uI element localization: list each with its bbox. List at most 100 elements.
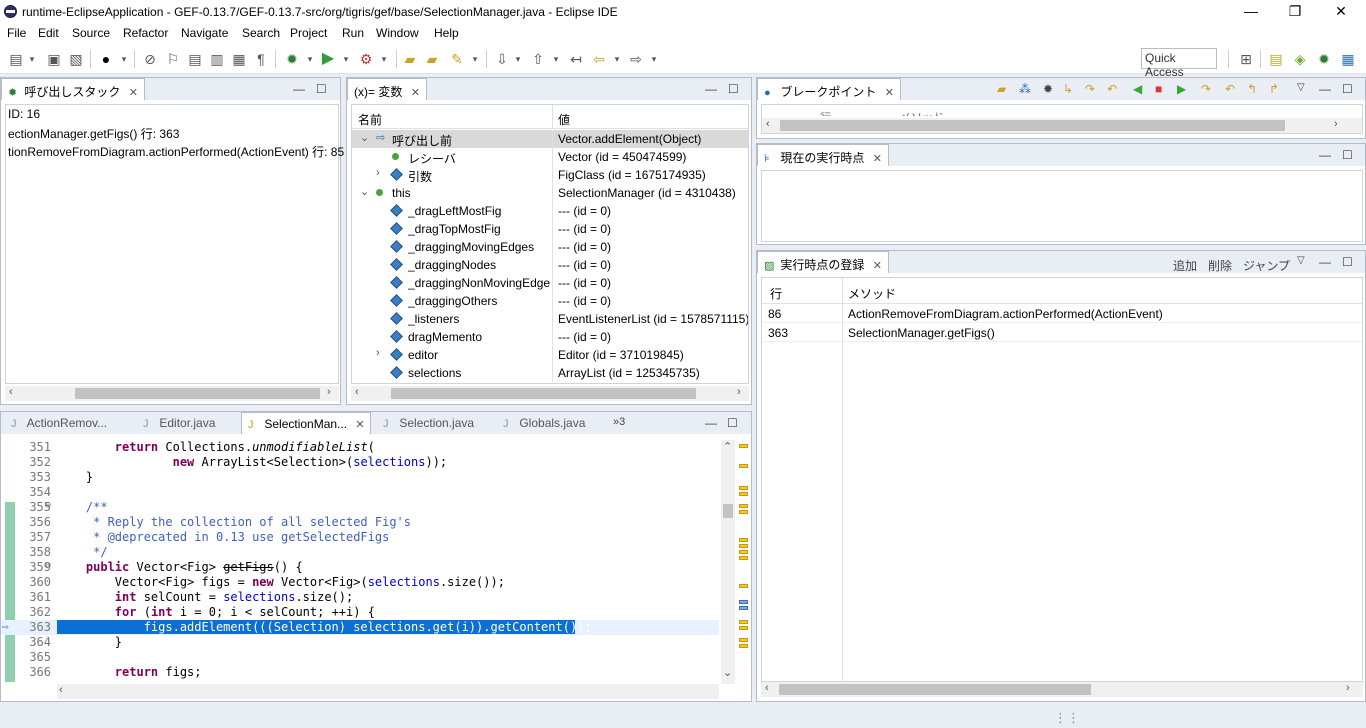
- tab-selection-java[interactable]: J Selection.java: [377, 412, 480, 434]
- ee-perspective-icon[interactable]: ◈: [1292, 51, 1308, 67]
- maximize-view-icon[interactable]: ☐: [316, 82, 327, 96]
- debug-dropdown-icon[interactable]: ▾: [302, 51, 318, 67]
- horizontal-scrollbar[interactable]: ‹ ›: [351, 386, 749, 401]
- back-dropdown-icon[interactable]: ▾: [609, 51, 625, 67]
- variable-row[interactable]: _draggingMovingEdges --- (id = 0): [352, 238, 748, 256]
- annotation-icon[interactable]: ⇩: [494, 51, 510, 67]
- variable-row[interactable]: ⌄ ⇨ 呼び出し前 Vector.addElement(Object): [352, 130, 748, 148]
- back-step-icon[interactable]: ◀: [1133, 82, 1142, 96]
- step-return-icon[interactable]: ↶: [1107, 82, 1117, 96]
- code-line[interactable]: 364 }: [1, 635, 719, 650]
- forward-dropdown-icon[interactable]: ▾: [646, 51, 662, 67]
- close-icon[interactable]: ✕: [355, 419, 364, 431]
- maximize-view-icon[interactable]: ☐: [1342, 82, 1353, 96]
- overview-marker[interactable]: [739, 464, 748, 468]
- menu-navigate[interactable]: Navigate: [181, 26, 228, 40]
- scroll-left-icon[interactable]: ‹: [355, 386, 359, 398]
- menu-file[interactable]: File: [7, 26, 26, 40]
- search-dropdown-icon[interactable]: ▾: [467, 51, 483, 67]
- close-icon[interactable]: ✕: [411, 87, 420, 99]
- variable-row[interactable]: _dragTopMostFig --- (id = 0): [352, 220, 748, 238]
- add-button[interactable]: 追加: [1173, 257, 1197, 274]
- save-all-icon[interactable]: ▧: [68, 51, 84, 67]
- variable-row[interactable]: レシーバ Vector (id = 450474599): [352, 148, 748, 166]
- code-line[interactable]: 351 return Collections.unmodifiableList(: [1, 440, 719, 455]
- scroll-left-icon[interactable]: ‹: [766, 118, 770, 130]
- code-line[interactable]: 360 Vector<Fig> figs = new Vector<Fig>(s…: [1, 575, 719, 590]
- stop-icon[interactable]: ■: [1155, 82, 1162, 96]
- stack-frame[interactable]: ectionManager.getFigs() 行: 363: [8, 125, 179, 143]
- minimize-button[interactable]: —: [1228, 0, 1274, 24]
- last-edit-icon[interactable]: ↤: [568, 51, 584, 67]
- variable-row[interactable]: dragMemento --- (id = 0): [352, 328, 748, 346]
- minimize-view-icon[interactable]: —: [1319, 255, 1331, 269]
- scroll-right-icon[interactable]: ›: [327, 386, 331, 398]
- chevron-right-icon[interactable]: ›: [376, 167, 380, 179]
- code-editor[interactable]: 351 return Collections.unmodifiableList(…: [1, 440, 719, 682]
- table-row[interactable]: 363 SelectionManager.getFigs(): [762, 324, 1362, 342]
- menu-help[interactable]: Help: [434, 26, 459, 40]
- skip-breakpoints-icon[interactable]: ⊘: [142, 51, 158, 67]
- horizontal-scrollbar[interactable]: ‹: [57, 684, 719, 699]
- chevron-down-icon[interactable]: ⌄: [360, 185, 369, 198]
- close-icon[interactable]: ✕: [885, 87, 894, 99]
- suspend-icon[interactable]: ▤: [187, 51, 203, 67]
- code-line[interactable]: ⊖ 355 /**: [1, 500, 719, 515]
- scroll-right-icon[interactable]: ›: [1334, 118, 1338, 130]
- variable-row[interactable]: _listeners EventListenerList (id = 157857…: [352, 310, 748, 328]
- back-icon[interactable]: ⇦: [591, 51, 607, 67]
- tab-globals-java[interactable]: J Globals.java: [497, 412, 591, 434]
- stack-frame[interactable]: ID: 16: [8, 107, 40, 125]
- stack-frame[interactable]: tionRemoveFromDiagram.actionPerformed(Ac…: [8, 143, 344, 161]
- menu-project[interactable]: Project: [290, 26, 327, 40]
- horizontal-scrollbar[interactable]: ‹ ›: [5, 386, 339, 401]
- overview-marker[interactable]: [739, 556, 748, 560]
- jump-up-icon[interactable]: ↰: [1247, 82, 1257, 96]
- profile-dropdown-icon[interactable]: ▾: [116, 51, 132, 67]
- terminate-icon[interactable]: ▥: [209, 51, 225, 67]
- minimize-view-icon[interactable]: —: [1319, 148, 1331, 162]
- quick-access-field[interactable]: Quick Access: [1141, 48, 1217, 79]
- pilcrow-icon[interactable]: ¶: [253, 51, 269, 67]
- open-perspective-icon[interactable]: ⊞: [1238, 51, 1254, 67]
- profile-icon[interactable]: ●: [98, 51, 114, 67]
- external-tools-icon[interactable]: ⚙: [358, 51, 374, 67]
- jump-down-icon[interactable]: ↱: [1269, 82, 1279, 96]
- disconnect-icon[interactable]: ▦: [231, 51, 247, 67]
- overview-marker[interactable]: [739, 550, 748, 554]
- scroll-right-icon[interactable]: ›: [737, 386, 741, 398]
- overview-marker[interactable]: [739, 620, 748, 624]
- link-icon[interactable]: ⁂: [1019, 82, 1031, 96]
- vertical-scrollbar[interactable]: ⌃ ⌄: [721, 440, 735, 684]
- redo-icon[interactable]: ↷: [1201, 82, 1211, 96]
- variable-row[interactable]: _dragLeftMostFig --- (id = 0): [352, 202, 748, 220]
- view-menu-icon[interactable]: ▽: [1297, 82, 1305, 93]
- code-line[interactable]: 357 * @deprecated in 0.13 use getSelecte…: [1, 530, 719, 545]
- tab-registry[interactable]: ▨ 実行時点の登録 ✕: [757, 251, 889, 273]
- tab-editor-java[interactable]: J Editor.java: [137, 412, 221, 434]
- java-perspective-icon[interactable]: ▤: [1268, 51, 1284, 67]
- code-line[interactable]: 354: [1, 485, 719, 500]
- code-line[interactable]: 361 int selCount = selections.size();: [1, 590, 719, 605]
- debug-perspective-icon[interactable]: ✹: [1316, 51, 1332, 67]
- more-tabs-button[interactable]: »3: [613, 416, 625, 428]
- column-method[interactable]: メソッド: [848, 285, 896, 302]
- variable-row[interactable]: › editor Editor (id = 371019845): [352, 346, 748, 364]
- scroll-up-icon[interactable]: ⌃: [723, 440, 732, 453]
- variable-row[interactable]: › 引数 FigClass (id = 1675174935): [352, 166, 748, 184]
- open-icon[interactable]: ▰: [997, 82, 1006, 96]
- maximize-view-icon[interactable]: ☐: [1342, 148, 1353, 162]
- scroll-left-icon[interactable]: ‹: [9, 386, 13, 398]
- code-line[interactable]: 358 */: [1, 545, 719, 560]
- variable-row[interactable]: ⌄ this SelectionManager (id = 4310438): [352, 184, 748, 202]
- tab-actionremove[interactable]: J ActionRemov...: [5, 412, 113, 434]
- menu-refactor[interactable]: Refactor: [123, 26, 168, 40]
- overview-marker[interactable]: [739, 600, 748, 604]
- run-icon[interactable]: ▶: [320, 51, 336, 67]
- forward-step-icon[interactable]: ▶: [1177, 82, 1186, 96]
- overview-marker[interactable]: [739, 644, 748, 648]
- step-into-icon[interactable]: ↳: [1063, 82, 1073, 96]
- code-line[interactable]: 352 new ArrayList<Selection>(selections)…: [1, 455, 719, 470]
- save-icon[interactable]: ▣: [46, 51, 62, 67]
- variable-row[interactable]: _draggingNonMovingEdge --- (id = 0): [352, 274, 748, 292]
